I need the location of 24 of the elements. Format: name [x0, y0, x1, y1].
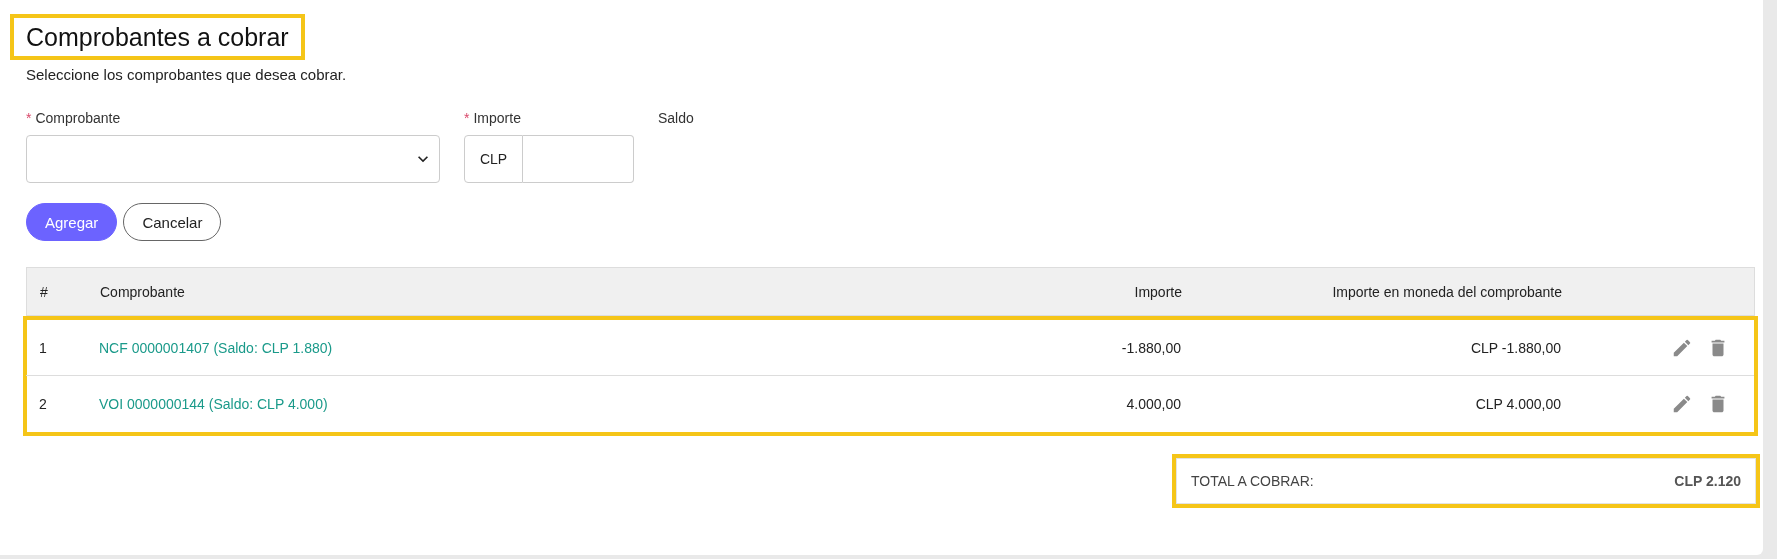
table-cell-text: 2	[38, 396, 48, 412]
column-header: Importe en moneda del comprobante	[1331, 283, 1563, 300]
currency-prefix: CLP	[464, 135, 523, 183]
table-cell-text: CLP -1.880,00	[1469, 339, 1562, 356]
table-cell-text: 4.000,00	[1125, 396, 1182, 412]
subtitle: Seleccione los comprobantes que desea cobrar.	[26, 66, 348, 83]
table-cell-text: -1.880,00	[1120, 339, 1182, 356]
table-cell-text: CLP 4.000,00	[1474, 396, 1562, 412]
voucher-link[interactable]: NCF 0000001407 (Saldo: CLP 1.880)	[86, 339, 333, 356]
table-cell-text: 1	[38, 339, 48, 356]
voucher-link[interactable]: VOI 0000000144 (Saldo: CLP 4.000)	[86, 396, 328, 412]
field-label: Saldo	[658, 109, 695, 127]
column-header: #	[39, 283, 49, 300]
total-value: CLP 2.120	[1674, 473, 1741, 489]
field-label: * Importe	[464, 109, 522, 127]
column-header: Comprobante	[99, 283, 186, 300]
cancel-button[interactable]: Cancelar	[123, 203, 222, 241]
column-header: Importe	[1133, 283, 1183, 300]
amount-field[interactable]	[523, 135, 634, 183]
add-button[interactable]: Agregar	[26, 203, 118, 241]
total-label: TOTAL A COBRAR:	[1191, 473, 1314, 489]
page-title: Comprobantes a cobrar	[26, 22, 289, 52]
pencil-icon[interactable]	[1671, 393, 1693, 415]
field-label: * Comprobante	[26, 109, 122, 127]
